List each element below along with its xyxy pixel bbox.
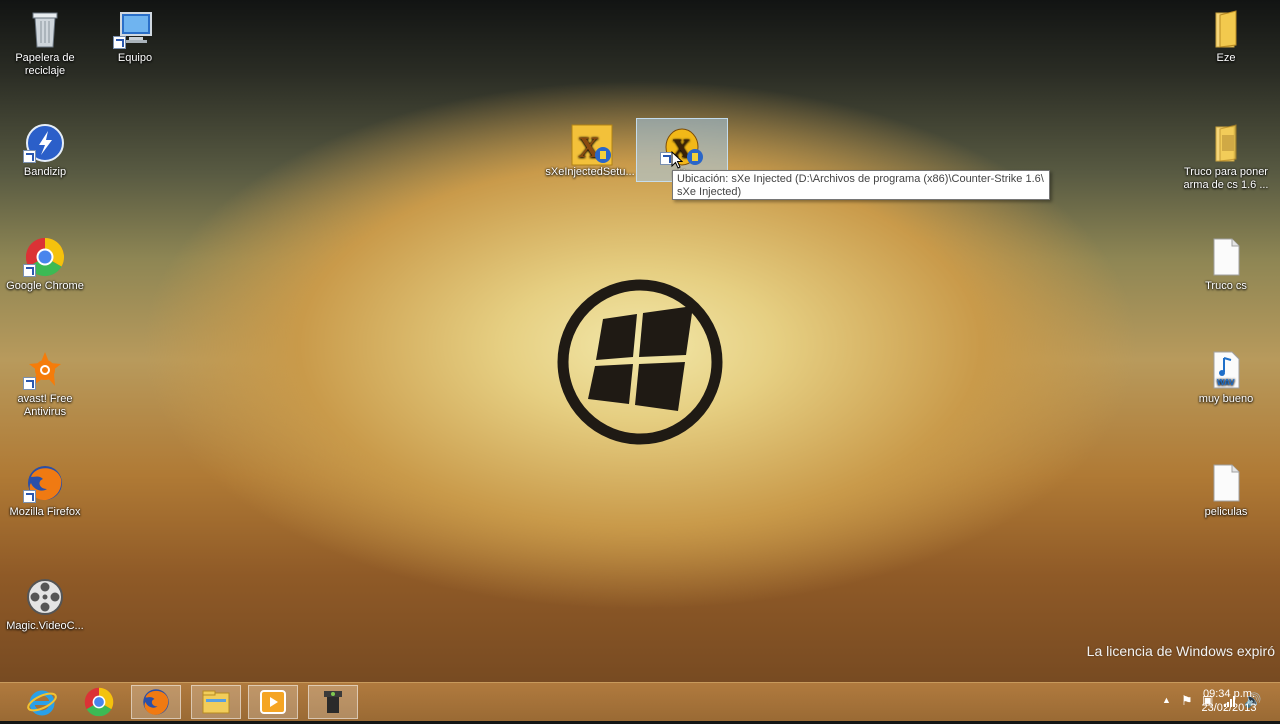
text-file-icon [1206,237,1246,277]
license-expired-watermark: La licencia de Windows expiró [1086,643,1275,659]
sxe-setup-icon: X [570,123,613,166]
chrome-icon [84,687,114,717]
desktop-icon-chrome[interactable]: Google Chrome [0,231,90,293]
desktop-icon-avast[interactable]: avast! Free Antivirus [0,344,90,419]
computer-icon [113,9,155,49]
shortcut-arrow-icon [23,377,36,390]
desktop-icon-peliculas[interactable]: peliculas [1181,457,1271,519]
desktop-icon-label: Truco para poner arma de cs 1.6 ... [1183,166,1269,191]
folder-icon [1206,123,1246,163]
desktop-icon-equipo[interactable]: Equipo [90,3,180,65]
desktop-icon-label: sXeInjectedSetu... [545,166,635,178]
taskbar-media-player[interactable] [248,685,298,719]
tooltip-line-2: sXe Injected) [677,186,742,198]
shortcut-arrow-icon [23,150,36,163]
taskbar-internet-explorer[interactable] [17,685,67,719]
text-file-icon [1206,463,1246,503]
internet-explorer-icon [27,690,57,716]
firefox-icon [143,689,169,715]
desktop-icon-truco-cs[interactable]: Truco cs [1181,231,1271,293]
chrome-icon [23,237,65,277]
desktop-icon-label: Magic.VideoC... [6,620,84,632]
desktop-icon-label: Eze [1216,52,1236,64]
desktop-icon-label: Equipo [117,52,153,64]
shortcut-arrow-icon [113,36,126,49]
action-center-flag-icon[interactable]: ⚑ [1181,693,1193,709]
shortcut-arrow-icon [23,264,36,277]
desktop-icon-sxe-setup[interactable]: X sXeInjectedSetu... [545,117,635,179]
desktop-icon-label: Mozilla Firefox [9,506,81,518]
folder-icon [1206,9,1246,49]
bandizip-icon [23,123,65,163]
taskbar-firefox[interactable] [131,685,181,719]
tooltip-line-1: Ubicación: sXe Injected (D:\Archivos de … [677,173,1044,185]
desktop-icon-label: avast! Free Antivirus [17,393,73,418]
clock-date: 23/02/2013 [1201,702,1257,714]
taskbar-chrome[interactable] [74,685,124,719]
desktop-icon-truco-arma[interactable]: Truco para poner arma de cs 1.6 ... [1181,117,1271,192]
desktop-icon-label: Bandizip [23,166,67,178]
desktop-icon-bandizip[interactable]: Bandizip [0,117,90,179]
desktop-icon-label: Google Chrome [6,280,84,292]
desktop-icon-label: Truco cs [1205,280,1247,292]
shortcut-arrow-icon [23,490,36,503]
desktop-icon-recycle-bin[interactable]: Papelera de reciclaje [0,3,90,78]
taskbar-video-camera[interactable] [308,685,358,719]
location-tooltip: Ubicación: sXe Injected (D:\Archivos de … [672,170,1050,200]
mouse-cursor-icon [671,151,683,169]
desktop-icon-eze[interactable]: Eze [1181,3,1271,65]
desktop-icon-magic-video[interactable]: Magic.VideoC... [0,571,90,633]
desktop-icon-firefox[interactable]: Mozilla Firefox [0,457,90,519]
video-camera-icon [324,691,342,713]
avast-icon [23,350,65,390]
windows-logo-wallpaper [557,279,723,445]
clock-time: 09:34 p.m. [1203,688,1255,700]
file-explorer-icon [202,690,230,714]
clock-area[interactable]: 09:34 p.m. 23/02/2013 [1196,687,1262,715]
svg-text:WAV: WAV [1217,378,1235,387]
media-player-icon [260,690,286,714]
show-hidden-icons-icon[interactable]: ▲ [1162,695,1171,705]
wav-file-icon: WAV [1206,350,1246,390]
video-reel-icon [25,577,65,617]
recycle-bin-icon [25,9,65,49]
taskbar: ▲ ⚑ ▣ 🔊 09:34 p.m. 23/02/2013 [0,682,1280,721]
firefox-icon [23,463,65,503]
desktop-icon-label: peliculas [1204,506,1248,518]
desktop-icon-label: Papelera de reciclaje [15,52,75,77]
desktop-icon-muy-bueno[interactable]: WAV muy bueno [1181,344,1271,406]
taskbar-file-explorer[interactable] [191,685,241,719]
desktop-icon-label: muy bueno [1198,393,1254,405]
